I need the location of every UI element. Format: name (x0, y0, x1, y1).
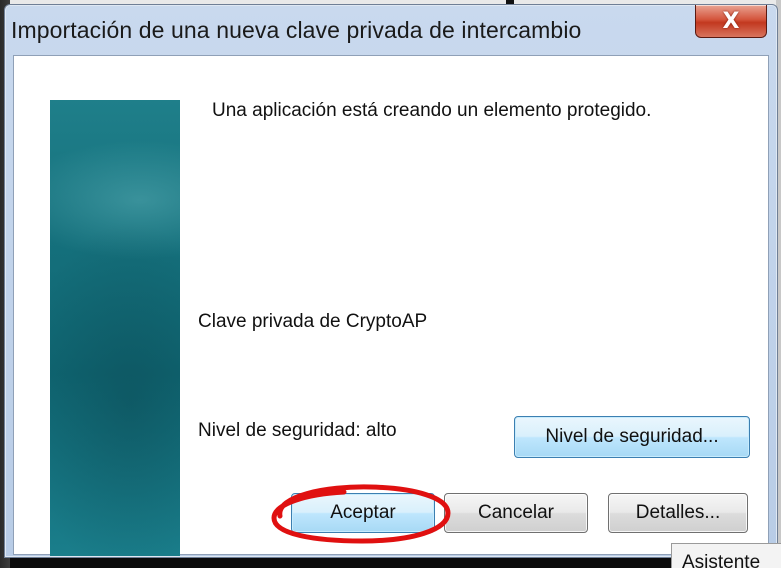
security-level-label: Nivel de seguridad: alto (198, 420, 397, 441)
background-tooltip-text: Asistente (682, 552, 761, 568)
info-message: Una aplicación está creando un elemento … (212, 100, 652, 121)
key-name-label: Clave privada de CryptoAP (198, 311, 428, 332)
title-bar[interactable]: Importación de una nueva clave privada d… (5, 5, 777, 55)
dialog-body: Una aplicación está creando un elemento … (13, 55, 769, 556)
details-button[interactable]: Detalles... (608, 493, 748, 533)
cancel-button[interactable]: Cancelar (444, 493, 588, 533)
security-level-button[interactable]: Nivel de seguridad... (514, 416, 750, 458)
close-button[interactable]: X (695, 5, 767, 38)
accept-button[interactable]: Aceptar (291, 493, 435, 533)
close-icon: X (722, 8, 740, 34)
import-key-dialog: Importación de una nueva clave privada d… (4, 4, 778, 558)
screen: Importación de una nueva clave privada d… (0, 0, 781, 568)
dialog-title: Importación de una nueva clave privada d… (11, 17, 582, 43)
side-banner-image (50, 100, 180, 556)
background-tooltip: Asistente (671, 543, 781, 568)
